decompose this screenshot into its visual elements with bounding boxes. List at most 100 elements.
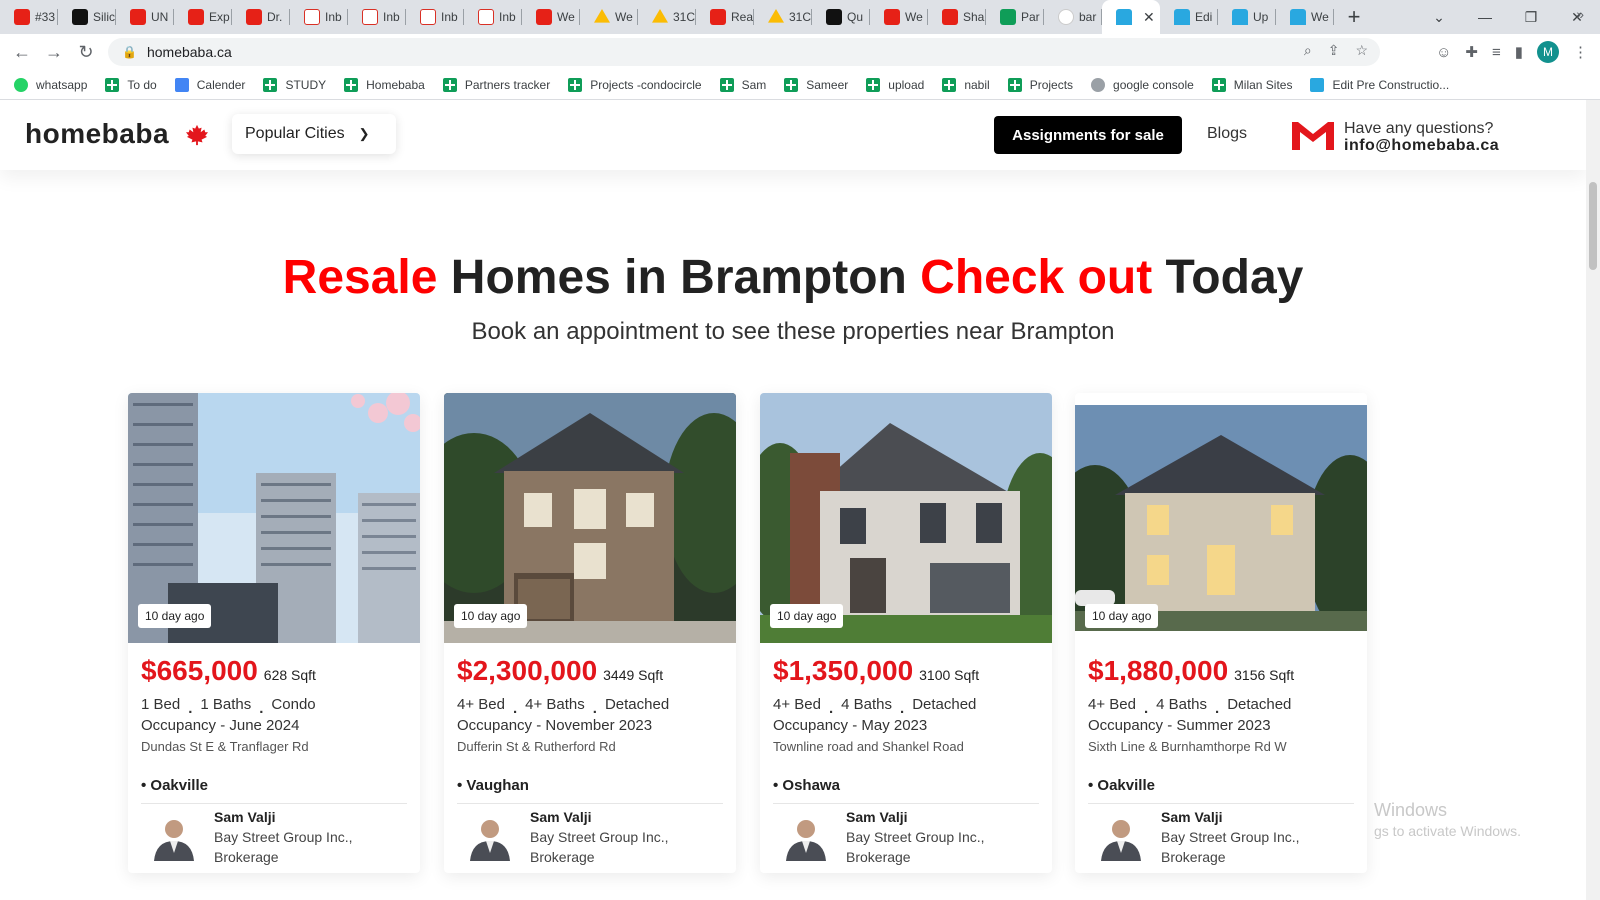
- contact-block: Have any questions? info@homebaba.ca: [1344, 120, 1499, 154]
- toolbar-right: ☺ ✚ ≡ ▮ M ⋮: [1436, 34, 1600, 70]
- listing-baths: 4+ Baths: [525, 696, 585, 713]
- bookmark-item[interactable]: Projects -condocircle: [568, 77, 702, 92]
- bookmark-item[interactable]: STUDY: [263, 77, 326, 92]
- listing-type: Detached: [912, 696, 977, 713]
- reload-icon[interactable]: ↻: [70, 42, 102, 63]
- browser-tab[interactable]: 31C: [754, 0, 812, 34]
- listing-card[interactable]: 10 day ago $2,300,000 3449 Sqft 4+ Bed. 4+…: [444, 393, 736, 873]
- browser-tab[interactable]: bar: [1044, 0, 1102, 34]
- tab-title: Qu: [847, 10, 864, 24]
- bookmark-item[interactable]: Sam: [719, 77, 766, 92]
- listing-price: $665,000 628 Sqft: [141, 655, 316, 687]
- browser-tab[interactable]: We: [522, 0, 580, 34]
- new-tab-icon[interactable]: +: [1334, 4, 1374, 30]
- popular-cities-dropdown[interactable]: Popular Cities ❯: [232, 114, 396, 154]
- browser-tab[interactable]: Par: [986, 0, 1044, 34]
- bookmark-item[interactable]: Sameer: [784, 77, 848, 92]
- bookmarks-overflow-icon[interactable]: »: [1576, 6, 1584, 22]
- listing-specs: 4+ Bed. 4+ Baths. Detached: [457, 696, 670, 717]
- page-scrollbar[interactable]: [1586, 100, 1600, 900]
- bookmark-item[interactable]: Edit Pre Constructio...: [1310, 77, 1449, 92]
- extensions-puzzle-icon[interactable]: ✚: [1465, 43, 1478, 61]
- gmail-icon: [478, 9, 494, 25]
- homebaba-icon: [1310, 77, 1325, 92]
- listing-type: Detached: [604, 696, 670, 713]
- browser-tab[interactable]: Silic: [58, 0, 116, 34]
- price-value: $1,350,000: [773, 655, 914, 686]
- tab-search-icon[interactable]: ⌄: [1416, 9, 1462, 26]
- tab-title: 31C: [789, 10, 811, 24]
- bookmark-item[interactable]: To do: [105, 77, 157, 92]
- youtube-icon: [536, 9, 552, 25]
- browser-tab[interactable]: We: [1276, 0, 1334, 34]
- bookmark-item[interactable]: nabil: [942, 77, 990, 92]
- maple-leaf-icon: [186, 124, 208, 146]
- browser-tab[interactable]: Inb: [348, 0, 406, 34]
- share-icon[interactable]: ⇪: [1328, 42, 1340, 59]
- bookmark-item[interactable]: google console: [1091, 77, 1194, 92]
- scrollbar-thumb[interactable]: [1589, 182, 1597, 270]
- bookmark-item[interactable]: whatsapp: [14, 77, 87, 92]
- bookmark-item[interactable]: Calender: [174, 77, 245, 92]
- listing-card[interactable]: 10 day ago $1,350,000 3100 Sqft 4+ Bed. 4 …: [760, 393, 1052, 873]
- gmail-icon: [420, 9, 436, 25]
- browser-tab[interactable]: #33: [0, 0, 58, 34]
- listing-card[interactable]: 10 day ago $1,880,000 3156 Sqft 4+ Bed. 4 …: [1075, 393, 1367, 873]
- browser-tab[interactable]: 31C: [638, 0, 696, 34]
- browser-tab[interactable]: Inb: [406, 0, 464, 34]
- drive-icon: [594, 9, 610, 23]
- contact-email[interactable]: info@homebaba.ca: [1344, 137, 1499, 154]
- browser-tab[interactable]: Up: [1218, 0, 1276, 34]
- address-bar[interactable]: 🔒 homebaba.ca ⌕ ⇪ ☆: [108, 38, 1380, 66]
- gmail-icon: [304, 9, 320, 25]
- profile-avatar[interactable]: M: [1537, 41, 1559, 63]
- listing-beds: 4+ Bed: [457, 696, 505, 713]
- browser-tab[interactable]: Qu: [812, 0, 870, 34]
- listing-image[interactable]: [1075, 405, 1367, 631]
- assignments-for-sale-button[interactable]: Assignments for sale: [994, 116, 1182, 154]
- listing-occupancy: Occupancy - November 2023: [457, 717, 653, 734]
- browser-tab[interactable]: Dr.: [232, 0, 290, 34]
- site-logo[interactable]: homebaba: [25, 118, 169, 150]
- title-homes-in-brampton: Homes in Brampton: [437, 251, 921, 304]
- browser-tab[interactable]: Inb: [464, 0, 522, 34]
- minimize-button[interactable]: —: [1462, 9, 1508, 25]
- sheets-icon: [442, 77, 457, 92]
- listing-baths: 1 Baths: [200, 696, 252, 713]
- bookmark-item[interactable]: Milan Sites: [1211, 77, 1292, 92]
- bookmark-item[interactable]: upload: [866, 77, 924, 92]
- bookmark-star-icon[interactable]: ☆: [1355, 42, 1368, 59]
- lock-icon[interactable]: 🔒: [122, 45, 137, 59]
- browser-tab[interactable]: UN: [116, 0, 174, 34]
- blogs-link[interactable]: Blogs: [1207, 125, 1247, 143]
- sheets-icon: [866, 77, 881, 92]
- browser-toolbar: ← → ↻ 🔒 homebaba.ca ⌕ ⇪ ☆ ☺ ✚ ≡ ▮ M ⋮: [0, 34, 1600, 70]
- zoom-icon[interactable]: ⌕: [1304, 42, 1312, 59]
- bookmark-item[interactable]: Partners tracker: [442, 77, 550, 92]
- back-icon[interactable]: ←: [6, 42, 38, 63]
- listing-card[interactable]: 10 day ago $665,000 628 Sqft 1 Bed. 1 Bath…: [128, 393, 420, 873]
- browser-tab[interactable]: Sha: [928, 0, 986, 34]
- listing-age-badge: 10 day ago: [1085, 604, 1159, 628]
- listing-city: • Oshawa: [773, 777, 840, 794]
- close-tab-icon[interactable]: ✕: [1143, 9, 1155, 26]
- bookmark-item[interactable]: Projects: [1007, 77, 1073, 92]
- listing-price: $2,300,000 3449 Sqft: [457, 655, 663, 687]
- restore-button[interactable]: ❐: [1508, 9, 1554, 26]
- url-text[interactable]: homebaba.ca: [147, 44, 232, 60]
- media-control-icon[interactable]: ≡: [1492, 44, 1501, 61]
- forward-icon[interactable]: →: [38, 42, 70, 63]
- bookmark-item[interactable]: Homebaba: [344, 77, 425, 92]
- browser-tab[interactable]: Rea: [696, 0, 754, 34]
- browser-tab[interactable]: Inb: [290, 0, 348, 34]
- title-check-out: Check out: [920, 251, 1153, 304]
- browser-tab[interactable]: Edi: [1160, 0, 1218, 34]
- browser-tab[interactable]: Exp: [174, 0, 232, 34]
- browser-tab[interactable]: We: [870, 0, 928, 34]
- extension-face-icon[interactable]: ☺: [1436, 44, 1451, 61]
- browser-tab[interactable]: ✕: [1102, 0, 1160, 34]
- youtube-icon: [188, 9, 204, 25]
- browser-tab[interactable]: We: [580, 0, 638, 34]
- menu-dots-icon[interactable]: ⋮: [1573, 43, 1588, 61]
- side-panel-icon[interactable]: ▮: [1515, 43, 1523, 61]
